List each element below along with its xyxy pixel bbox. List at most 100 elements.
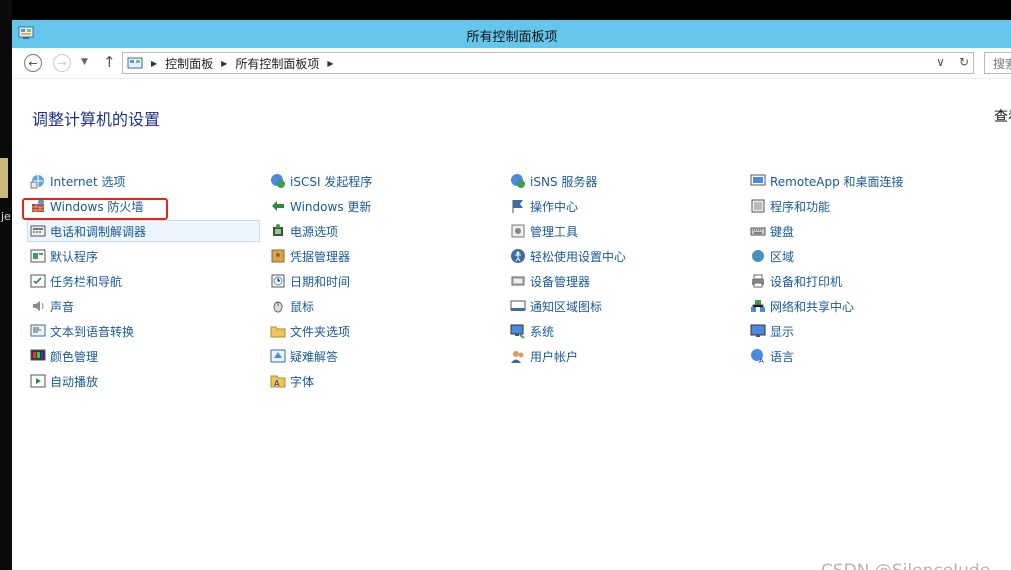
- forward-button[interactable]: →: [53, 54, 71, 72]
- programs-features-icon: [751, 199, 765, 213]
- panel-item-fonts[interactable]: A 字体: [270, 370, 314, 392]
- panel-item-label: 颜色管理: [50, 349, 99, 364]
- troubleshooting-icon: [270, 349, 286, 363]
- chevron-right-icon[interactable]: ▶: [151, 59, 157, 68]
- credential-manager-icon: [271, 249, 285, 263]
- text-to-speech-icon: [30, 324, 46, 337]
- panel-item-default-programs[interactable]: 默认程序: [30, 245, 98, 267]
- admin-tools-icon: [511, 224, 525, 238]
- power-options-icon: [273, 224, 283, 236]
- panel-item-language[interactable]: A 语言: [750, 345, 794, 367]
- keyboard-icon: [750, 227, 766, 236]
- panel-item-notification-icons[interactable]: 通知区域图标: [510, 295, 602, 317]
- refresh-icon[interactable]: ↻: [959, 55, 969, 69]
- panel-item-label: 默认程序: [50, 249, 99, 264]
- panel-item-windows-update[interactable]: Windows 更新: [270, 195, 371, 217]
- panel-item-network-sharing[interactable]: 网络和共享中心: [750, 295, 854, 317]
- panel-item-display[interactable]: 显示: [750, 320, 794, 342]
- panel-item-label: 轻松使用设置中心: [530, 249, 627, 264]
- panel-item-label: 声音: [50, 299, 75, 314]
- region-icon: [752, 250, 764, 262]
- panel-item-label: 文件夹选项: [290, 324, 351, 339]
- recent-locations-dropdown[interactable]: ▼: [81, 57, 88, 67]
- network-sharing-icon: [751, 300, 765, 312]
- panel-item-label: 电话和调制解调器: [50, 224, 147, 239]
- remoteapp-icon: [750, 174, 766, 186]
- default-programs-icon: [30, 249, 46, 263]
- chevron-right-icon[interactable]: ▶: [221, 59, 227, 68]
- panel-item-label: iSNS 服务器: [530, 174, 598, 189]
- panel-item-folder-options[interactable]: 文件夹选项: [270, 320, 350, 342]
- panel-item-label: 系统: [530, 324, 555, 339]
- panel-item-device-manager[interactable]: 设备管理器: [510, 270, 590, 292]
- display-icon: [750, 324, 766, 337]
- system-icon: [510, 324, 525, 339]
- breadcrumb-control-panel[interactable]: 控制面板: [165, 55, 213, 72]
- back-button[interactable]: ←: [24, 54, 42, 72]
- address-bar[interactable]: ▶ 控制面板 ▶ 所有控制面板项 ▶ ∨ ↻: [122, 52, 974, 74]
- panel-item-sound[interactable]: 声音: [30, 295, 74, 317]
- panel-item-mouse[interactable]: 鼠标: [270, 295, 314, 317]
- devices-printers-icon: [752, 274, 764, 288]
- panel-item-autoplay[interactable]: 自动播放: [30, 370, 98, 392]
- autoplay-icon: [30, 374, 46, 388]
- panel-item-label: Internet 选项: [50, 174, 126, 189]
- chevron-down-icon[interactable]: ∨: [936, 55, 945, 69]
- panel-item-label: 用户帐户: [530, 349, 579, 364]
- folder-options-icon: [270, 326, 286, 338]
- panel-item-label: 疑难解答: [290, 349, 339, 364]
- panel-item-label: 凭据管理器: [290, 249, 351, 264]
- panel-item-label: 任务栏和导航: [50, 274, 123, 289]
- panel-item-power-options[interactable]: 电源选项: [270, 220, 338, 242]
- panel-item-devices-printers[interactable]: 设备和打印机: [750, 270, 842, 292]
- panel-item-troubleshooting[interactable]: 疑难解答: [270, 345, 338, 367]
- panel-item-phone-modem[interactable]: 电话和调制解调器: [27, 220, 260, 242]
- panel-item-date-time[interactable]: 日期和时间: [270, 270, 350, 292]
- panel-item-text-to-speech[interactable]: 文本到语音转换: [30, 320, 134, 342]
- panel-item-label: 程序和功能: [770, 199, 831, 214]
- panel-item-label: RemoteApp 和桌面连接: [770, 174, 904, 189]
- navigation-bar: ← → ▼ ↑ ▶ 控制面板 ▶ 所有控制面板项 ▶ ∨ ↻ 搜索: [12, 48, 1011, 79]
- iscsi-icon: [271, 174, 285, 188]
- desktop-edge: je: [0, 0, 12, 570]
- panel-item-credential-manager[interactable]: 凭据管理器: [270, 245, 350, 267]
- panel-item-programs-features[interactable]: 程序和功能: [750, 195, 830, 217]
- panel-item-label: 网络和共享中心: [770, 299, 855, 314]
- svg-text:A: A: [274, 379, 280, 388]
- panel-item-label: 字体: [290, 374, 315, 389]
- view-by-label[interactable]: 查看: [994, 106, 1011, 126]
- panel-item-iscsi[interactable]: iSCSI 发起程序: [270, 170, 372, 192]
- control-panel-window: 所有控制面板项 ← → ▼ ↑ ▶ 控制面板 ▶ 所有控制面板项 ▶ ∨ ↻ 搜…: [12, 20, 1011, 570]
- panel-item-label: 鼠标: [290, 299, 315, 314]
- watermark: CSDN @SilenceJude: [821, 561, 990, 570]
- panel-item-internet-options[interactable]: Internet 选项: [30, 170, 125, 192]
- up-button[interactable]: ↑: [103, 53, 116, 71]
- action-center-icon: [512, 200, 523, 213]
- notification-icons-icon: [510, 300, 526, 311]
- panel-item-admin-tools[interactable]: 管理工具: [510, 220, 578, 242]
- fonts-icon: A: [270, 375, 286, 388]
- desktop-icon-fragment: [0, 158, 8, 198]
- panel-item-ease-of-access[interactable]: 轻松使用设置中心: [510, 245, 626, 267]
- device-manager-icon: [511, 276, 525, 286]
- search-input[interactable]: 搜索: [984, 52, 1011, 74]
- panel-item-region[interactable]: 区域: [750, 245, 794, 267]
- panel-item-isns[interactable]: iSNS 服务器: [510, 170, 597, 192]
- page-title: 调整计算机的设置: [32, 110, 161, 129]
- panel-item-user-accounts[interactable]: 用户帐户: [510, 345, 578, 367]
- panel-item-label: 区域: [770, 249, 795, 264]
- breadcrumb-all-items[interactable]: 所有控制面板项: [235, 55, 319, 72]
- panel-item-remoteapp[interactable]: RemoteApp 和桌面连接: [750, 170, 904, 192]
- internet-options-icon: [30, 175, 44, 189]
- panel-item-action-center[interactable]: 操作中心: [510, 195, 578, 217]
- annotation-highlight-box: [22, 198, 168, 220]
- desktop-icon-label: je: [1, 210, 11, 223]
- panel-item-keyboard[interactable]: 键盘: [750, 220, 794, 242]
- user-accounts-icon: [511, 351, 524, 363]
- panel-item-system[interactable]: 系统: [510, 320, 554, 342]
- panel-item-label: 通知区域图标: [530, 299, 603, 314]
- chevron-right-icon[interactable]: ▶: [327, 59, 333, 68]
- panel-item-color-management[interactable]: 颜色管理: [30, 345, 98, 367]
- panel-item-taskbar[interactable]: 任务栏和导航: [30, 270, 122, 292]
- panel-item-label: 日期和时间: [290, 274, 351, 289]
